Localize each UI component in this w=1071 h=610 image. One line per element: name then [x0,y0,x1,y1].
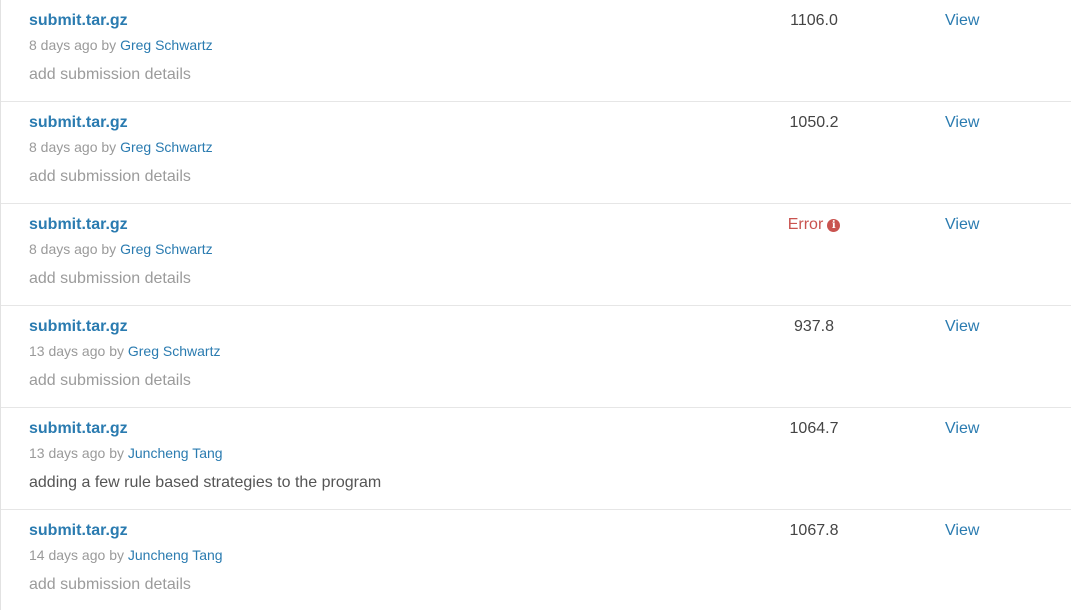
submission-details[interactable]: add submission details [29,372,191,390]
submission-score: 937.8 [793,318,835,335]
submission-row: submit.tar.gz 13 days ago by Greg Schwar… [1,306,1071,408]
submission-score: 1067.8 [789,522,839,539]
view-link[interactable]: View [945,12,979,30]
submission-details[interactable]: add submission details [29,270,191,288]
submission-row: submit.tar.gz 8 days ago by Greg Schwart… [1,102,1071,204]
submission-author-link[interactable]: Greg Schwartz [120,37,213,53]
submission-age: 13 days ago [29,445,106,461]
submission-meta: 13 days ago by Juncheng Tang [29,445,223,461]
submission-score: 1050.2 [789,114,839,131]
submission-score: 1106.0 [790,12,838,29]
view-link[interactable]: View [945,522,979,540]
submission-age: 8 days ago [29,139,98,155]
view-link[interactable]: View [945,318,979,336]
submission-by-label: by [101,241,117,257]
submission-author-link[interactable]: Greg Schwartz [128,343,221,359]
submission-author-link[interactable]: Greg Schwartz [120,139,213,155]
submission-meta: 14 days ago by Juncheng Tang [29,547,223,563]
submission-details[interactable]: add submission details [29,576,191,594]
submission-author-link[interactable]: Juncheng Tang [128,547,223,563]
submission-details[interactable]: add submission details [29,66,191,84]
submission-row: submit.tar.gz 8 days ago by Greg Schwart… [1,0,1071,102]
submission-row: submit.tar.gz 13 days ago by Juncheng Ta… [1,408,1071,510]
submission-error-status: Error i [734,216,894,234]
view-link[interactable]: View [945,420,979,438]
submission-meta: 13 days ago by Greg Schwartz [29,343,220,359]
submission-filename-link[interactable]: submit.tar.gz [29,114,128,132]
submission-details[interactable]: add submission details [29,168,191,186]
submission-by-label: by [109,547,124,563]
submission-meta: 8 days ago by Greg Schwartz [29,241,213,257]
info-icon[interactable]: i [827,219,841,232]
submission-author-link[interactable]: Juncheng Tang [128,445,223,461]
submission-filename-link[interactable]: submit.tar.gz [29,12,128,30]
submission-filename-link[interactable]: submit.tar.gz [29,420,128,438]
submission-row: submit.tar.gz 14 days ago by Juncheng Ta… [1,510,1071,610]
submission-age: 13 days ago [29,343,106,359]
submission-by-label: by [101,37,117,53]
submission-score: 1064.7 [789,420,839,437]
submission-row: submit.tar.gz 8 days ago by Greg Schwart… [1,204,1071,306]
submission-list: submit.tar.gz 8 days ago by Greg Schwart… [0,0,1071,610]
submission-meta: 8 days ago by Greg Schwartz [29,139,213,155]
submission-author-link[interactable]: Greg Schwartz [120,241,213,257]
view-link[interactable]: View [945,216,979,234]
submission-filename-link[interactable]: submit.tar.gz [29,216,128,234]
error-label: Error [787,216,824,233]
submission-by-label: by [101,139,117,155]
submission-by-label: by [109,343,124,359]
submission-by-label: by [109,445,124,461]
view-link[interactable]: View [945,114,979,132]
submission-age: 14 days ago [29,547,106,563]
submission-age: 8 days ago [29,37,98,53]
submission-meta: 8 days ago by Greg Schwartz [29,37,213,53]
submission-filename-link[interactable]: submit.tar.gz [29,318,128,336]
submission-details[interactable]: adding a few rule based strategies to th… [29,474,381,492]
submission-filename-link[interactable]: submit.tar.gz [29,522,128,540]
submission-age: 8 days ago [29,241,98,257]
